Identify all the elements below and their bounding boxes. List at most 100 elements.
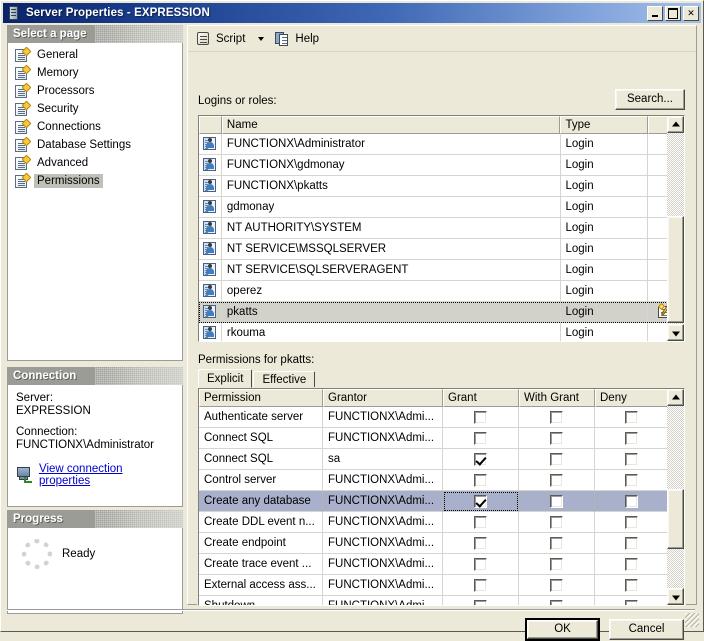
with-grant-checkbox[interactable]	[550, 494, 563, 508]
tab-explicit[interactable]: Explicit	[198, 369, 253, 388]
table-row-selected[interactable]: Create any database FUNCTIONX\Admi...	[199, 490, 684, 512]
grant-checkbox[interactable]	[474, 557, 487, 571]
table-row[interactable]: gdmonay Login	[199, 196, 684, 218]
scroll-down-button[interactable]	[667, 588, 684, 605]
grant-checkbox[interactable]	[474, 494, 487, 508]
table-row[interactable]: Create trace event ... FUNCTIONX\Admi...	[199, 553, 684, 575]
deny-checkbox[interactable]	[625, 431, 638, 445]
table-row[interactable]: Authenticate server FUNCTIONX\Admi...	[199, 406, 684, 428]
perm-deny-cell[interactable]	[595, 490, 669, 512]
perm-deny-cell[interactable]	[595, 448, 669, 470]
perm-deny-cell[interactable]	[595, 532, 669, 554]
scroll-up-button[interactable]	[667, 116, 684, 133]
with-grant-checkbox[interactable]	[550, 452, 563, 466]
script-button[interactable]: Script	[193, 29, 248, 49]
perm-with-grant-cell[interactable]	[519, 427, 595, 449]
perm-grant-cell[interactable]	[443, 595, 519, 605]
cancel-button[interactable]: Cancel	[609, 619, 684, 640]
grant-checkbox[interactable]	[474, 515, 487, 529]
with-grant-checkbox[interactable]	[550, 410, 563, 424]
perm-with-grant-cell[interactable]	[519, 511, 595, 533]
table-row[interactable]: External access ass... FUNCTIONX\Admi...	[199, 574, 684, 596]
with-grant-checkbox[interactable]	[550, 431, 563, 445]
perm-with-grant-cell[interactable]	[519, 406, 595, 428]
search-button[interactable]: Search...	[615, 89, 685, 110]
deny-checkbox[interactable]	[625, 473, 638, 487]
deny-checkbox[interactable]	[625, 452, 638, 466]
perm-with-grant-cell[interactable]	[519, 595, 595, 605]
help-button[interactable]: Help	[272, 29, 322, 49]
table-row[interactable]: rkouma Login	[199, 322, 684, 341]
perm-grant-cell[interactable]	[443, 469, 519, 491]
perm-grant-cell[interactable]	[443, 511, 519, 533]
grant-checkbox[interactable]	[474, 452, 487, 466]
deny-checkbox[interactable]	[625, 536, 638, 550]
perm-deny-cell[interactable]	[595, 574, 669, 596]
table-row[interactable]: Create DDL event n... FUNCTIONX\Admi...	[199, 511, 684, 533]
sidebar-item-permissions[interactable]: Permissions	[12, 172, 180, 190]
with-grant-checkbox[interactable]	[550, 536, 563, 550]
perm-deny-cell[interactable]	[595, 553, 669, 575]
logins-col-type[interactable]: Type	[560, 116, 649, 134]
table-row[interactable]: Create endpoint FUNCTIONX\Admi...	[199, 532, 684, 554]
table-row[interactable]: Connect SQL FUNCTIONX\Admi...	[199, 427, 684, 449]
table-row[interactable]: FUNCTIONX\gdmonay Login	[199, 154, 684, 176]
with-grant-checkbox[interactable]	[550, 515, 563, 529]
logins-grid[interactable]: Name Type FUNCTIONX\Administrator Login	[197, 114, 686, 343]
with-grant-checkbox[interactable]	[550, 578, 563, 592]
view-connection-properties-link[interactable]: View connection properties	[39, 463, 176, 487]
perm-col-with-grant[interactable]: With Grant	[519, 389, 595, 407]
scroll-down-button[interactable]	[667, 324, 684, 341]
perm-grant-cell[interactable]	[443, 490, 519, 512]
perm-col-permission[interactable]: Permission	[199, 389, 323, 407]
table-row[interactable]: operez Login	[199, 280, 684, 302]
perm-with-grant-cell[interactable]	[519, 532, 595, 554]
perm-grant-cell[interactable]	[443, 532, 519, 554]
grant-checkbox[interactable]	[474, 599, 487, 605]
table-row[interactable]: FUNCTIONX\pkatts Login	[199, 175, 684, 197]
logins-col-name[interactable]: Name	[221, 116, 561, 134]
minimize-button[interactable]	[647, 5, 663, 21]
sidebar-item-advanced[interactable]: Advanced	[12, 154, 180, 172]
perm-grant-cell[interactable]	[443, 406, 519, 428]
logins-vertical-scrollbar[interactable]	[667, 116, 684, 341]
permissions-grid[interactable]: Permission Grantor Grant With Grant Deny…	[197, 387, 686, 607]
perm-with-grant-cell[interactable]	[519, 448, 595, 470]
perm-grant-cell[interactable]	[443, 427, 519, 449]
perm-deny-cell[interactable]	[595, 469, 669, 491]
perm-deny-cell[interactable]	[595, 427, 669, 449]
perm-col-grantor[interactable]: Grantor	[323, 389, 443, 407]
scroll-thumb[interactable]	[667, 216, 684, 323]
table-row[interactable]: Control server FUNCTIONX\Admi...	[199, 469, 684, 491]
maximize-button[interactable]	[665, 5, 681, 21]
view-connection-properties-row[interactable]: View connection properties	[16, 463, 176, 487]
perm-deny-cell[interactable]	[595, 595, 669, 605]
with-grant-checkbox[interactable]	[550, 473, 563, 487]
perm-col-grant[interactable]: Grant	[443, 389, 519, 407]
perm-grant-cell[interactable]	[443, 553, 519, 575]
sidebar-item-connections[interactable]: Connections	[12, 118, 180, 136]
perm-with-grant-cell[interactable]	[519, 553, 595, 575]
perm-deny-cell[interactable]	[595, 511, 669, 533]
grant-checkbox[interactable]	[474, 431, 487, 445]
sidebar-item-memory[interactable]: Memory	[12, 64, 180, 82]
grant-checkbox[interactable]	[474, 536, 487, 550]
title-bar[interactable]: Server Properties - EXPRESSION ✕	[3, 3, 701, 23]
ok-button[interactable]: OK	[525, 618, 600, 641]
script-dropdown-button[interactable]	[251, 29, 269, 49]
perm-with-grant-cell[interactable]	[519, 469, 595, 491]
deny-checkbox[interactable]	[625, 515, 638, 529]
deny-checkbox[interactable]	[625, 599, 638, 605]
tab-effective[interactable]: Effective	[253, 371, 316, 388]
grant-checkbox[interactable]	[474, 578, 487, 592]
scroll-thumb[interactable]	[667, 489, 684, 549]
perm-deny-cell[interactable]	[595, 406, 669, 428]
grant-checkbox[interactable]	[474, 473, 487, 487]
deny-checkbox[interactable]	[625, 494, 638, 508]
table-row[interactable]: FUNCTIONX\Administrator Login	[199, 133, 684, 155]
grant-checkbox[interactable]	[474, 410, 487, 424]
table-row[interactable]: NT SERVICE\MSSQLSERVER Login	[199, 238, 684, 260]
table-row[interactable]: Connect SQL sa	[199, 448, 684, 470]
table-row-selected[interactable]: pkatts Login	[199, 301, 684, 323]
sidebar-item-database-settings[interactable]: Database Settings	[12, 136, 180, 154]
